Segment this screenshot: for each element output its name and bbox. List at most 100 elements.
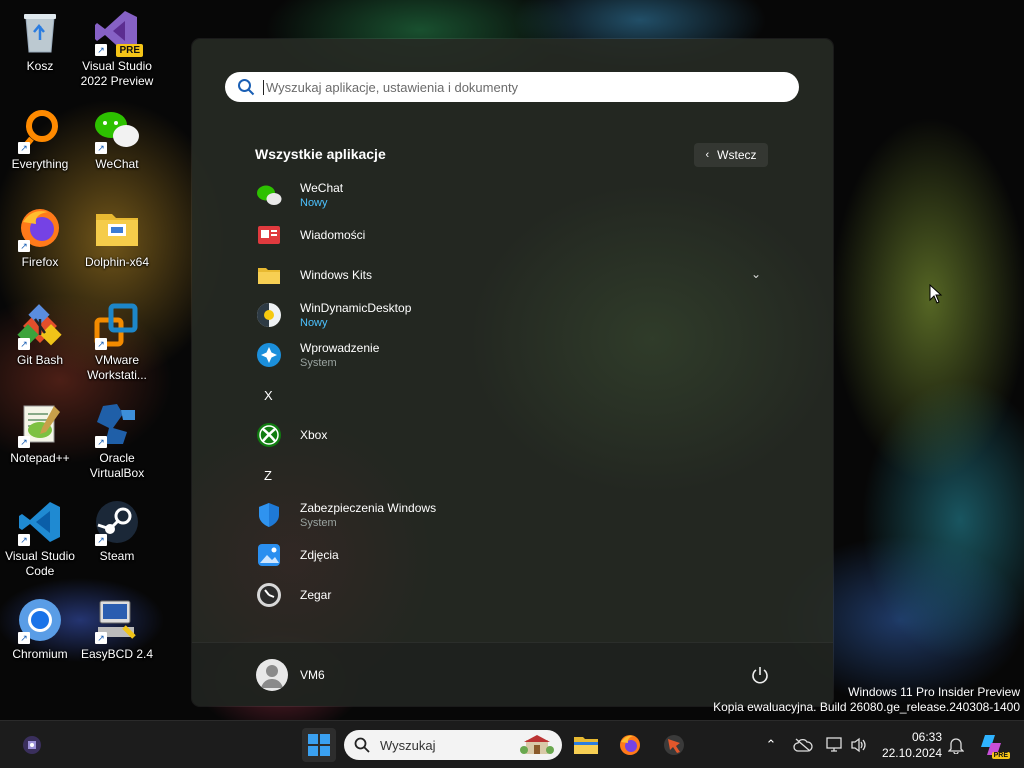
desktop-icon-chromium[interactable]: ↗ Chromium	[0, 596, 80, 662]
visual-studio-icon: PRE ↗	[93, 8, 143, 57]
firefox-icon: ↗	[16, 204, 64, 252]
app-item-zabezpieczenia-windows[interactable]: Zabezpieczenia Windows System	[247, 495, 777, 535]
speaker-icon	[851, 737, 866, 753]
desktop-icon-label: Everything	[11, 157, 69, 171]
news-icon	[255, 221, 283, 249]
app-item-wiadomosci[interactable]: Wiadomości	[247, 215, 777, 255]
search-icon	[238, 79, 255, 96]
desktop-icon-easybcd[interactable]: ↗ EasyBCD 2.4	[77, 596, 157, 662]
chevron-up-icon: ⌃	[765, 737, 777, 752]
app-item-wprowadzenie[interactable]: Wprowadzenie System	[247, 335, 777, 375]
desktop-icon-steam[interactable]: ↗ Steam	[77, 498, 157, 564]
wechat-icon	[255, 181, 283, 209]
app-subtitle: System	[300, 356, 337, 369]
shortcut-arrow-icon: ↗	[95, 632, 107, 644]
firefox-icon	[620, 735, 640, 755]
app-name: WinDynamicDesktop	[300, 300, 412, 315]
app-name: Wprowadzenie	[300, 340, 380, 355]
app-item-windynamicdesktop[interactable]: WinDynamicDesktop Nowy	[247, 295, 777, 335]
letter-header-x[interactable]: X	[247, 375, 777, 415]
app-item-zdjecia[interactable]: Zdjęcia	[247, 535, 777, 575]
desktop-icon-label: Visual Studio 2022 Preview	[80, 59, 154, 88]
git-bash-icon: ↗	[16, 302, 64, 350]
everything-icon: ↗	[16, 106, 64, 154]
desktop-icon-label: Chromium	[12, 647, 68, 661]
notifications-button[interactable]	[940, 729, 972, 761]
steam-icon: ↗	[93, 498, 141, 546]
start-search-box[interactable]	[225, 72, 799, 102]
folder-icon	[255, 261, 283, 289]
shortcut-arrow-icon: ↗	[18, 632, 30, 644]
app-taskbar-button[interactable]	[658, 729, 690, 761]
network-icon	[826, 737, 842, 752]
widgets-button[interactable]	[16, 729, 48, 761]
desktop-icon-notepadpp[interactable]: ↗ Notepad++	[0, 400, 80, 466]
power-button[interactable]	[750, 665, 770, 685]
start-menu: Wszystkie aplikacje ‹ Wstecz WeChat Nowy…	[192, 39, 833, 706]
virtualbox-icon: ↗	[93, 400, 141, 448]
desktop-icon-visual-studio[interactable]: PRE ↗ Visual Studio 2022 Preview	[77, 8, 157, 89]
back-button[interactable]: ‹ Wstecz	[694, 143, 768, 167]
app-folder-windows-kits[interactable]: Windows Kits ⌄	[247, 255, 777, 295]
app-badge-new: Nowy	[300, 316, 328, 329]
copilot-preview-badge: PRE	[991, 752, 1010, 759]
get-started-icon	[255, 341, 283, 369]
cloud-icon	[793, 738, 813, 752]
chevron-down-icon[interactable]: ⌄	[751, 267, 761, 281]
shortcut-arrow-icon: ↗	[18, 534, 30, 546]
app-subtitle: System	[300, 516, 337, 529]
app-name: WeChat	[300, 180, 344, 195]
desktop-icon-virtualbox[interactable]: ↗ Oracle VirtualBox	[77, 400, 157, 481]
volume-button[interactable]	[843, 729, 875, 761]
shortcut-arrow-icon: ↗	[95, 436, 107, 448]
desktop-icon-dolphin[interactable]: Dolphin-x64	[77, 204, 157, 270]
power-icon	[752, 667, 768, 684]
copilot-button[interactable]: PRE	[976, 729, 1010, 761]
taskbar-search[interactable]: Wyszukaj	[344, 730, 562, 760]
app-item-wechat[interactable]: WeChat Nowy	[247, 175, 777, 215]
shortcut-arrow-icon: ↗	[95, 534, 107, 546]
desktop-icon-recycle-bin[interactable]: Kosz	[0, 8, 80, 74]
windows-logo-icon	[308, 734, 330, 756]
bell-icon	[948, 738, 964, 754]
clock[interactable]: 06:33 22.10.2024	[876, 729, 942, 761]
desktop-icon-git-bash[interactable]: ↗ Git Bash	[0, 302, 80, 368]
app-item-zegar[interactable]: Zegar	[247, 575, 777, 615]
desktop-icon-vscode[interactable]: ↗ Visual Studio Code	[0, 498, 80, 579]
photos-icon	[255, 541, 283, 569]
app-item-xbox[interactable]: Xbox	[247, 415, 777, 455]
search-highlight-icon	[520, 733, 554, 757]
desktop-icon-everything[interactable]: ↗ Everything	[0, 106, 80, 172]
desktop-icon-label: Visual Studio Code	[5, 549, 75, 578]
app-name: Zabezpieczenia Windows	[300, 500, 437, 515]
onedrive-button[interactable]	[787, 729, 819, 761]
taskbar: Wyszukaj ⌃ 06:33 22.10.2024 PRE	[0, 720, 1024, 768]
folder-icon	[574, 737, 598, 754]
shortcut-arrow-icon: ↗	[18, 436, 30, 448]
letter-header-z[interactable]: Z	[247, 455, 777, 495]
desktop-icon-label: Kosz	[26, 59, 54, 73]
desktop-icon-label: EasyBCD 2.4	[80, 647, 154, 661]
widgets-icon	[23, 736, 41, 754]
all-apps-title: Wszystkie aplikacje	[255, 146, 386, 162]
start-button[interactable]	[302, 728, 336, 762]
desktop-icon-firefox[interactable]: ↗ Firefox	[0, 204, 80, 270]
user-name: VM6	[300, 668, 325, 682]
show-hidden-icons-button[interactable]: ⌃	[755, 729, 787, 761]
clock-icon	[255, 581, 283, 609]
app-name: Windows Kits	[300, 267, 373, 282]
desktop-icon-label: Firefox	[21, 255, 59, 269]
recycle-bin-icon	[16, 8, 64, 56]
desktop-icon-label: Dolphin-x64	[84, 255, 150, 269]
shortcut-arrow-icon: ↗	[18, 240, 30, 252]
file-explorer-button[interactable]	[570, 729, 602, 761]
wechat-icon: ↗	[93, 106, 141, 154]
avatar	[256, 659, 288, 691]
desktop-icon-vmware[interactable]: ↗ VMware Workstati...	[77, 302, 157, 383]
app-name: Zdjęcia	[300, 547, 339, 562]
firefox-taskbar-button[interactable]	[614, 729, 646, 761]
desktop-icon-wechat[interactable]: ↗ WeChat	[77, 106, 157, 172]
start-search-input[interactable]	[263, 79, 783, 95]
user-account-button[interactable]: VM6	[256, 659, 325, 691]
desktop-icon-label: Steam	[99, 549, 135, 563]
